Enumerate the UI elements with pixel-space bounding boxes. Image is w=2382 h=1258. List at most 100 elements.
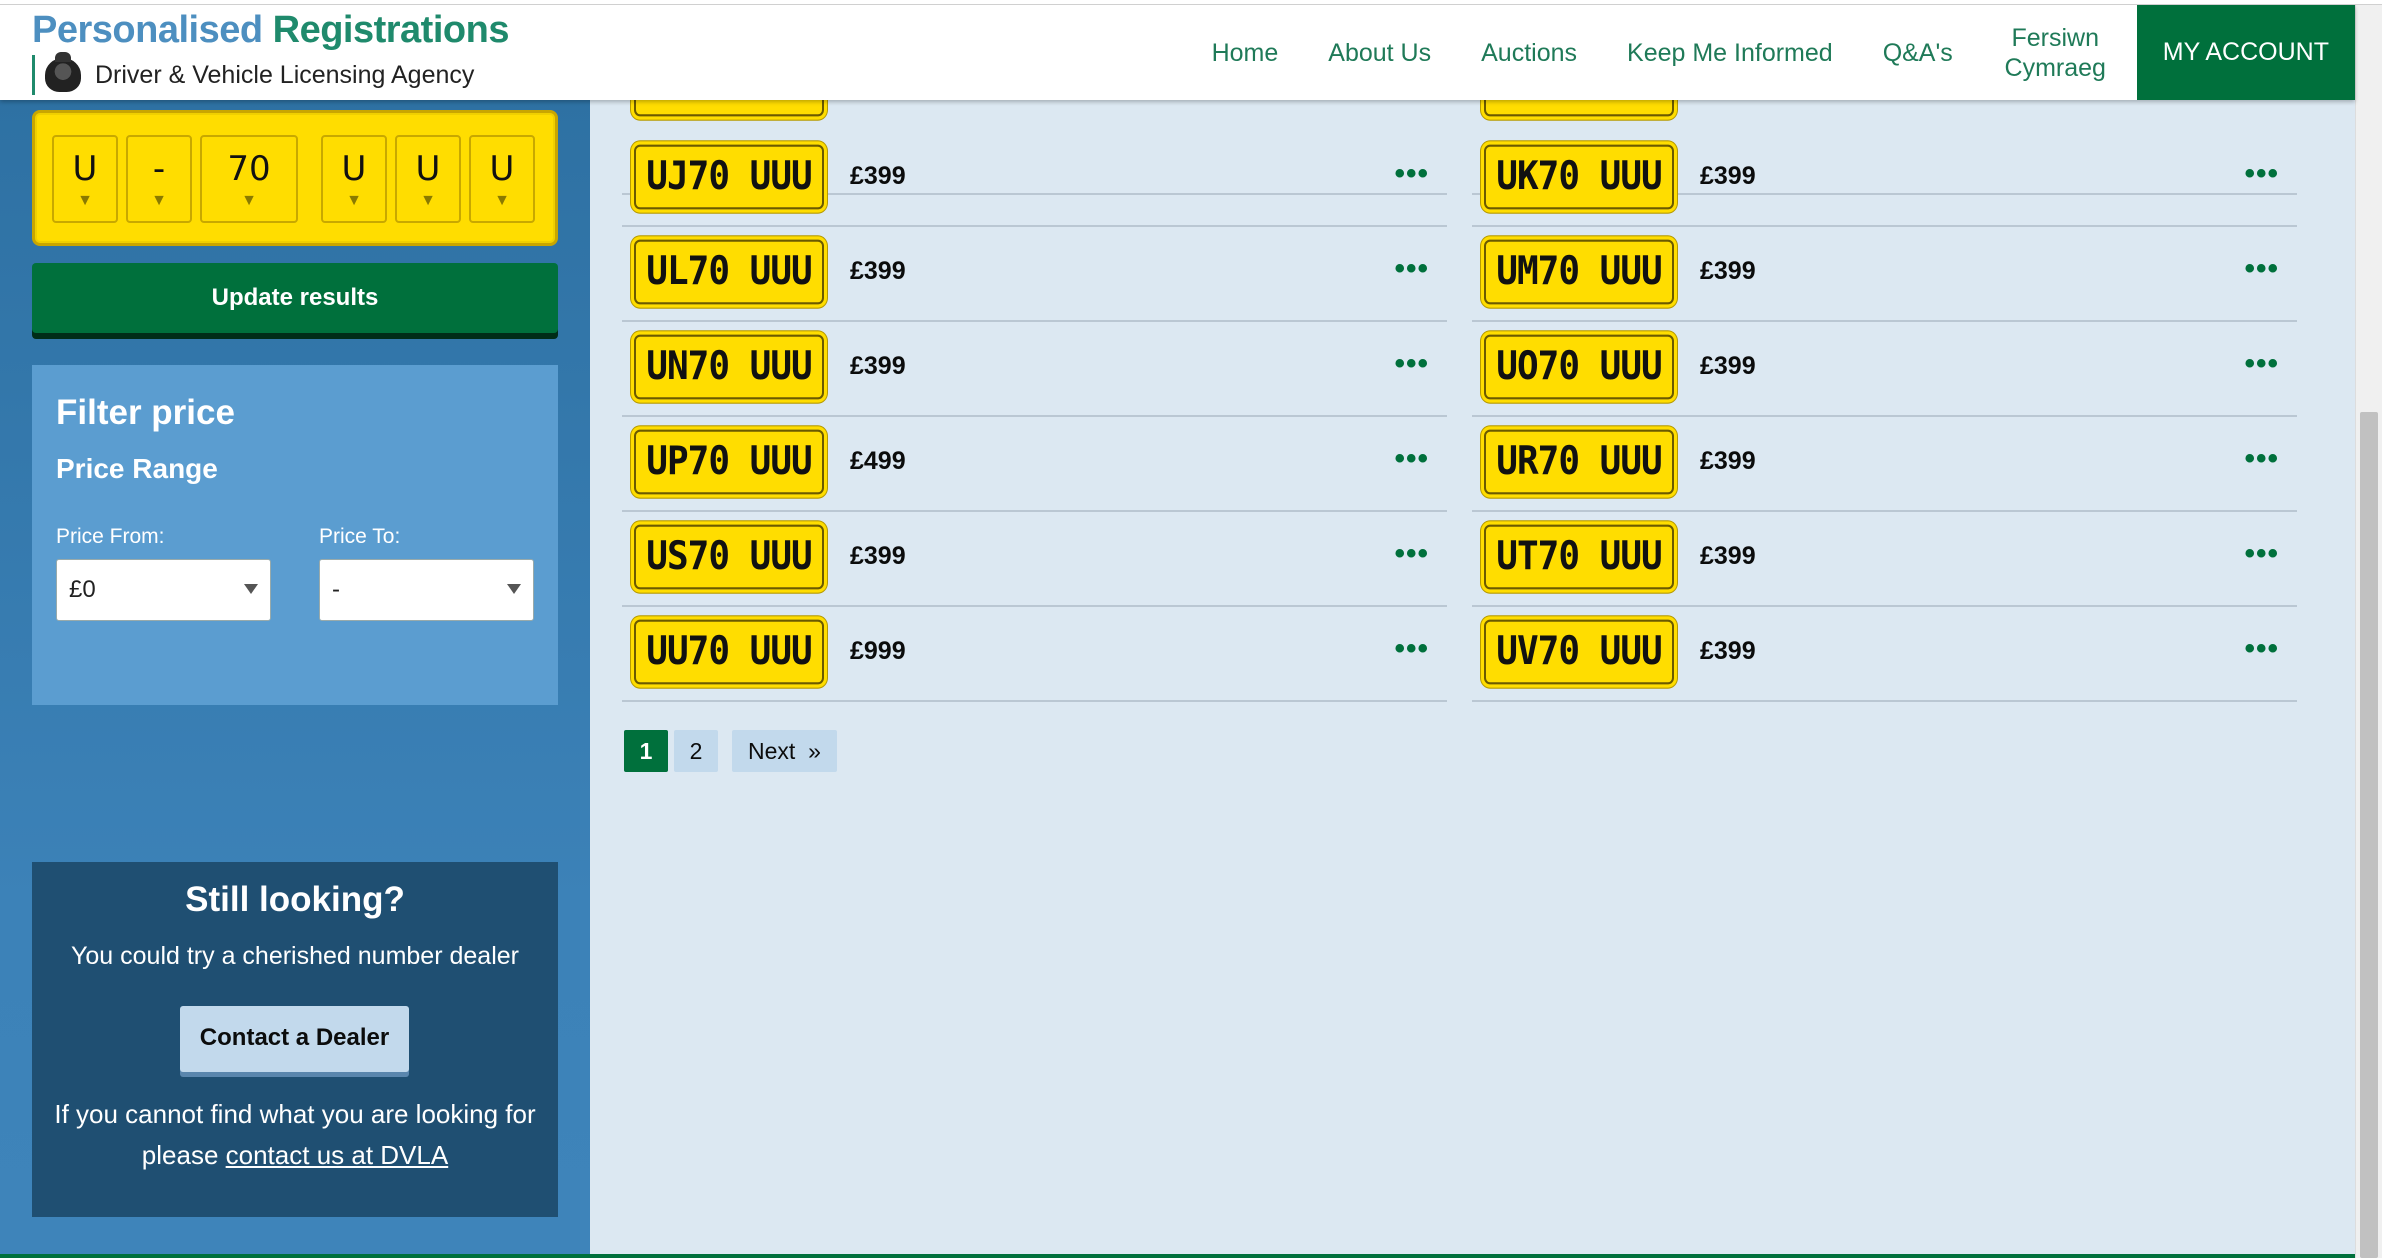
result-row[interactable]: UO70 UUU £399 ••• <box>1472 322 2297 417</box>
nav-about-us[interactable]: About Us <box>1328 38 1431 68</box>
reg-plate[interactable]: UK70 UUU <box>1484 144 1674 210</box>
plate-char-value: - <box>152 149 166 189</box>
reg-price: £399 <box>850 162 906 190</box>
main-nav: Home About Us Auctions Keep Me Informed … <box>1187 5 2355 100</box>
nav-qa[interactable]: Q&A's <box>1883 38 1953 68</box>
reg-plate[interactable]: UT70 UUU <box>1484 524 1674 590</box>
plate-char-select-4[interactable]: U ▼ <box>321 135 387 223</box>
footer-edge <box>0 1254 2355 1258</box>
site-logo[interactable]: Personalised Registrations <box>32 9 509 52</box>
result-row[interactable]: US70 UUU £399 ••• <box>622 512 1447 607</box>
result-row[interactable]: UM70 UUU £399 ••• <box>1472 227 2297 322</box>
more-options-icon[interactable]: ••• <box>2244 254 2279 284</box>
reg-plate[interactable]: UJ70 UUU <box>634 144 824 210</box>
chevron-down-icon: ▼ <box>241 192 257 209</box>
filter-title: Filter price <box>56 393 235 432</box>
contact-dealer-button[interactable]: Contact a Dealer <box>180 1006 409 1072</box>
price-from-value: £0 <box>69 576 96 603</box>
more-options-icon[interactable]: ••• <box>2244 634 2279 664</box>
pagination: 1 2 Next » <box>624 730 843 772</box>
nav-welsh-version[interactable]: Fersiwn Cymraeg <box>2003 23 2108 83</box>
reg-plate[interactable]: UV70 UUU <box>1484 619 1674 685</box>
still-looking-text: You could try a cherished number dealer <box>71 942 519 970</box>
more-options-icon[interactable]: ••• <box>1394 254 1429 284</box>
plate-char-select-1[interactable]: U ▼ <box>52 135 118 223</box>
scrollbar-thumb[interactable] <box>2360 412 2378 1258</box>
chevron-down-icon: ▼ <box>420 192 436 209</box>
reg-price: £399 <box>850 542 906 570</box>
result-row[interactable]: UV70 UUU £399 ••• <box>1472 607 2297 702</box>
result-row[interactable]: UR70 UUU £399 ••• <box>1472 417 2297 512</box>
reg-price: £399 <box>850 257 906 285</box>
reg-plate[interactable]: UP70 UUU <box>634 429 824 495</box>
plate-char-select-6[interactable]: U ▼ <box>469 135 535 223</box>
price-from-select[interactable]: £0 <box>56 559 271 621</box>
filter-price-panel: Filter price Price Range Price From: Pri… <box>32 365 558 705</box>
chevron-down-icon: ▼ <box>151 192 167 209</box>
page-1-link[interactable]: 1 <box>624 730 668 772</box>
result-row[interactable]: UP70 UUU £499 ••• <box>622 417 1447 512</box>
my-account-button[interactable]: MY ACCOUNT <box>2136 5 2355 100</box>
plate-picker: U ▼ - ▼ 70 ▼ U ▼ U ▼ U ▼ <box>32 110 558 246</box>
update-results-button[interactable]: Update results <box>32 263 558 333</box>
reg-plate[interactable]: UL70 UUU <box>634 239 824 305</box>
window-top-edge <box>0 0 2382 5</box>
more-options-icon[interactable]: ••• <box>2244 349 2279 379</box>
reg-plate[interactable]: UU70 UUU <box>634 619 824 685</box>
more-options-icon[interactable]: ••• <box>2244 444 2279 474</box>
result-row[interactable]: UT70 UUU £399 ••• <box>1472 512 2297 607</box>
more-options-icon[interactable]: ••• <box>2244 539 2279 569</box>
reg-price: £399 <box>1700 162 1756 190</box>
more-options-icon[interactable]: ••• <box>1394 539 1429 569</box>
reg-plate[interactable]: UN70 UUU <box>634 334 824 400</box>
site-header: Personalised Registrations Driver & Vehi… <box>0 5 2355 100</box>
contact-dvla-link[interactable]: contact us at DVLA <box>226 1140 449 1170</box>
nav-home[interactable]: Home <box>1212 38 1279 68</box>
price-to-select[interactable]: - <box>319 559 534 621</box>
page-2-link[interactable]: 2 <box>674 730 718 772</box>
result-row[interactable]: UU70 UUU £999 ••• <box>622 607 1447 702</box>
plate-char-value: U <box>341 149 367 189</box>
more-options-icon[interactable]: ••• <box>1394 159 1429 189</box>
plate-char-value: 70 <box>227 149 271 189</box>
price-from-label: Price From: <box>56 525 165 548</box>
reg-price: £499 <box>850 447 906 475</box>
price-to-value: - <box>332 576 340 603</box>
more-options-icon[interactable]: ••• <box>2244 159 2279 189</box>
footer-prefix: please <box>141 1140 226 1170</box>
result-row[interactable]: UN70 UUU £399 ••• <box>622 322 1447 417</box>
result-row[interactable]: UJ70 UUU £399 ••• <box>622 132 1447 227</box>
more-options-icon[interactable]: ••• <box>1394 634 1429 664</box>
reg-plate[interactable]: UM70 UUU <box>1484 239 1674 305</box>
result-row[interactable]: UL70 UUU £399 ••• <box>622 227 1447 322</box>
more-options-icon[interactable]: ••• <box>1394 349 1429 379</box>
double-chevron-right-icon: » <box>808 738 821 764</box>
plate-char-select-5[interactable]: U ▼ <box>395 135 461 223</box>
brand-word-1: Personalised <box>32 9 263 51</box>
reg-price: £399 <box>850 352 906 380</box>
plate-char-value: U <box>72 149 98 189</box>
reg-price: £399 <box>1700 542 1756 570</box>
price-range-heading: Price Range <box>56 453 218 484</box>
more-options-icon[interactable]: ••• <box>1394 444 1429 474</box>
reg-plate[interactable]: UR70 UUU <box>1484 429 1674 495</box>
plate-char-select-3[interactable]: 70 ▼ <box>200 135 298 223</box>
chevron-down-icon: ▼ <box>494 192 510 209</box>
price-to-label: Price To: <box>319 525 401 548</box>
reg-plate[interactable]: UO70 UUU <box>1484 334 1674 400</box>
nav-keep-me-informed[interactable]: Keep Me Informed <box>1627 38 1833 68</box>
still-looking-footer: If you cannot find what you are looking … <box>32 1094 558 1176</box>
reg-price: £399 <box>1700 257 1756 285</box>
nav-auctions[interactable]: Auctions <box>1481 38 1577 68</box>
reg-plate[interactable]: US70 UUU <box>634 524 824 590</box>
chevron-down-icon: ▼ <box>77 192 93 209</box>
agency-name: Driver & Vehicle Licensing Agency <box>95 60 475 89</box>
page-scrollbar[interactable] <box>2355 0 2382 1258</box>
result-row[interactable]: UK70 UUU £399 ••• <box>1472 132 2297 227</box>
next-page-link[interactable]: Next » <box>732 730 837 772</box>
royal-crest-icon <box>45 52 81 92</box>
plate-char-select-2[interactable]: - ▼ <box>126 135 192 223</box>
reg-price: £999 <box>850 637 906 665</box>
results-list: UJ70 UUU £399 ••• UK70 UUU £399 ••• UL70… <box>590 51 2355 1258</box>
still-looking-title: Still looking? <box>185 880 405 919</box>
